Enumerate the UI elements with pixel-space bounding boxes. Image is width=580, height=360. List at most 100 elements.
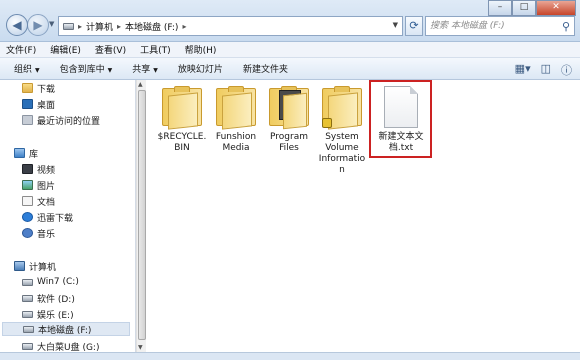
sidebar-item-label: 桌面	[37, 100, 56, 111]
sidebar-item-drive-g[interactable]: 大白菜U盘 (G:)	[22, 339, 99, 352]
file-item-new-text-document[interactable]: 新建文本文 档.txt	[374, 82, 428, 154]
pictures-icon	[22, 180, 33, 190]
sidebar-item-label: 最近访问的位置	[37, 116, 101, 127]
search-placeholder: 搜索 本地磁盘 (F:)	[430, 21, 505, 31]
slideshow-button[interactable]: 放映幻灯片	[178, 62, 223, 75]
drive-icon	[22, 310, 33, 318]
new-folder-button[interactable]: 新建文件夹	[243, 62, 288, 75]
maximize-button[interactable]: □	[512, 0, 536, 16]
sidebar-item-label: 文档	[37, 197, 56, 208]
file-name: $RECYCLE. BIN	[157, 132, 207, 153]
toolbar-right-group: ▦▾ ◫ ⓘ	[515, 62, 572, 78]
share-button[interactable]: 共享 ▼	[132, 62, 158, 75]
menu-bar: 文件(F) 编辑(E) 查看(V) 工具(T) 帮助(H)	[0, 42, 580, 58]
search-input[interactable]: 搜索 本地磁盘 (F:) ⚲	[425, 16, 575, 36]
file-name: 新建文本文 档.txt	[378, 132, 424, 153]
share-label: 共享	[132, 65, 151, 75]
window-controls: – □ ✕	[488, 0, 576, 16]
help-icon[interactable]: ⓘ	[561, 62, 572, 78]
sidebar-item-label: 娱乐 (E:)	[37, 310, 74, 321]
locked-folder-icon	[320, 86, 364, 130]
back-button[interactable]: ◀	[6, 14, 28, 36]
sidebar-item-label: 库	[29, 149, 39, 160]
sidebar-item-pictures[interactable]: 图片	[22, 178, 55, 192]
file-item-system-volume-information[interactable]: System Volume Informatio n	[316, 86, 368, 176]
library-icon	[14, 148, 25, 158]
document-icon	[22, 196, 33, 206]
desktop-icon	[22, 99, 33, 109]
navigation-pane: 下载 桌面 最近访问的位置 库 视频 图片 文档 迅雷下载 音乐 计算机 Win…	[0, 80, 136, 352]
forward-button[interactable]: ▶	[27, 14, 49, 36]
view-options-icon[interactable]: ▦▾	[515, 62, 531, 78]
sidebar-item-documents[interactable]: 文档	[22, 194, 55, 208]
sidebar-item-downloads[interactable]: 下载	[22, 81, 55, 95]
sidebar-item-thunder-downloads[interactable]: 迅雷下载	[22, 210, 73, 224]
minimize-button[interactable]: –	[488, 0, 512, 16]
command-toolbar: 组织 ▼ 包含到库中 ▼ 共享 ▼ 放映幻灯片 新建文件夹 ▦▾ ◫ ⓘ	[0, 58, 580, 80]
scroll-up-arrow-icon[interactable]: ▲	[138, 81, 143, 88]
sidebar-item-music[interactable]: 音乐	[22, 226, 55, 240]
menu-edit[interactable]: 编辑(E)	[50, 43, 81, 56]
sidebar-item-videos[interactable]: 视频	[22, 162, 55, 176]
text-document-icon	[384, 86, 418, 128]
sidebar-item-label: 计算机	[29, 262, 57, 273]
sidebar-item-drive-d[interactable]: 软件 (D:)	[22, 291, 75, 305]
sidebar-item-recent-places[interactable]: 最近访问的位置	[22, 113, 100, 127]
sidebar-item-label: 本地磁盘 (F:)	[38, 325, 92, 336]
usb-drive-icon	[22, 342, 33, 350]
close-button[interactable]: ✕	[536, 0, 576, 16]
address-box[interactable]: ▸ 计算机 ▸ 本地磁盘 (F:) ▸ ▼	[58, 16, 403, 36]
file-item-funshion-media[interactable]: Funshion Media	[210, 86, 262, 154]
file-name: Funshion Media	[215, 132, 257, 153]
sidebar-item-label: 音乐	[37, 229, 56, 240]
chevron-right-icon[interactable]: ▸	[182, 22, 186, 31]
menu-tools[interactable]: 工具(T)	[140, 43, 171, 56]
sidebar-item-label: 迅雷下载	[37, 213, 74, 224]
folder-icon	[22, 83, 33, 93]
breadcrumb-computer[interactable]: 计算机	[86, 20, 113, 33]
sidebar-item-libraries[interactable]: 库	[14, 146, 38, 160]
details-pane	[0, 352, 580, 360]
sidebar-item-drive-c[interactable]: Win7 (C:)	[22, 275, 79, 289]
chevron-down-icon: ▼	[107, 67, 113, 74]
folder-icon	[160, 86, 204, 130]
sidebar-item-drive-f[interactable]: 本地磁盘 (F:)	[2, 322, 130, 336]
file-list: $RECYCLE. BIN Funshion Media Program Files …	[146, 80, 580, 352]
video-icon	[22, 164, 33, 174]
recent-pages-dropdown[interactable]: ▼	[49, 20, 54, 28]
scrollbar-thumb[interactable]	[138, 90, 146, 340]
drive-icon	[63, 22, 74, 30]
search-icon[interactable]: ⚲	[562, 18, 570, 36]
menu-view[interactable]: 查看(V)	[95, 43, 126, 56]
chevron-down-icon: ▼	[153, 67, 158, 74]
file-item-recycle-bin[interactable]: $RECYCLE. BIN	[156, 86, 208, 154]
music-icon	[22, 228, 33, 238]
chevron-down-icon: ▼	[35, 67, 40, 74]
recent-places-icon	[22, 115, 33, 125]
chevron-right-icon[interactable]: ▸	[117, 22, 121, 31]
sidebar-item-label: Win7 (C:)	[37, 277, 79, 287]
computer-icon	[14, 261, 25, 271]
sidebar-item-label: 图片	[37, 181, 56, 192]
organize-button[interactable]: 组织 ▼	[14, 62, 40, 75]
file-name: Program Files	[270, 132, 308, 153]
sidebar-item-desktop[interactable]: 桌面	[22, 97, 55, 111]
thunder-download-icon	[22, 212, 33, 222]
chevron-right-icon[interactable]: ▸	[78, 22, 82, 31]
refresh-button[interactable]: ⟳	[405, 16, 423, 36]
chevron-down-icon[interactable]: ▼	[393, 21, 398, 29]
sidebar-item-label: 大白菜U盘 (G:)	[37, 342, 100, 353]
menu-file[interactable]: 文件(F)	[6, 43, 36, 56]
drive-icon	[22, 294, 33, 302]
breadcrumb-drive-f[interactable]: 本地磁盘 (F:)	[125, 20, 178, 33]
sidebar-item-label: 软件 (D:)	[37, 294, 75, 305]
scroll-down-arrow-icon[interactable]: ▼	[138, 344, 143, 351]
file-item-program-files[interactable]: Program Files	[263, 86, 315, 154]
sidebar-item-drive-e[interactable]: 娱乐 (E:)	[22, 307, 74, 321]
preview-pane-icon[interactable]: ◫	[541, 62, 551, 78]
include-in-library-label: 包含到库中	[59, 65, 105, 75]
sidebar-item-computer[interactable]: 计算机	[14, 259, 56, 273]
menu-help[interactable]: 帮助(H)	[185, 43, 217, 56]
sidebar-scrollbar[interactable]: ▲ ▼	[136, 80, 146, 352]
include-in-library-button[interactable]: 包含到库中 ▼	[60, 62, 113, 75]
